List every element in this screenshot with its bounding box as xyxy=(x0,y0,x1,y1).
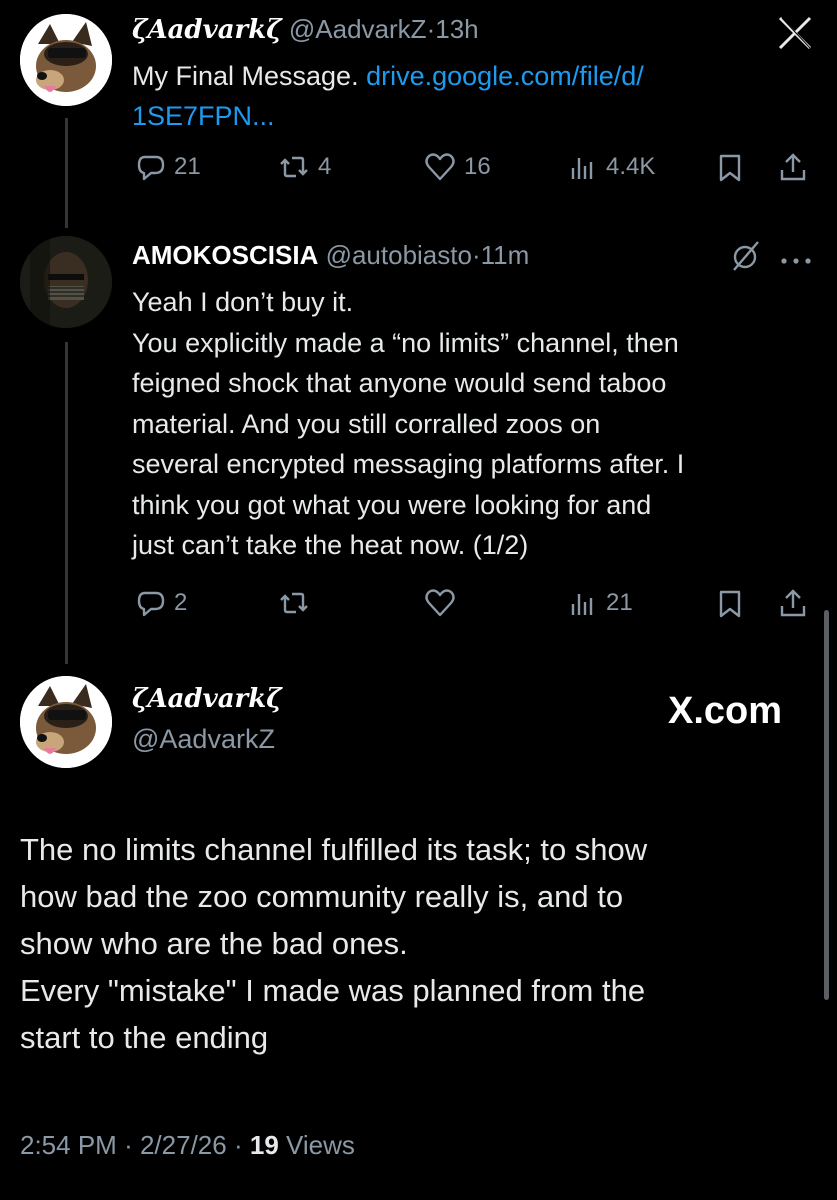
timestamp[interactable]: 11m xyxy=(481,240,530,270)
avatar[interactable] xyxy=(20,14,112,106)
tweet-text-line: several encrypted messaging platforms af… xyxy=(132,449,685,479)
close-button[interactable] xyxy=(776,14,814,52)
tweet1-text: My Final Message. drive.google.com/file/… xyxy=(132,56,644,136)
dog-avatar-image xyxy=(20,676,112,768)
bookmark-button[interactable] xyxy=(716,589,744,624)
tweet-text-line: feigned shock that anyone would send tab… xyxy=(132,368,667,398)
more-button[interactable] xyxy=(780,252,812,270)
tweet-text-line: just can’t take the heat now. (1/2) xyxy=(132,530,529,560)
display-name[interactable]: ζAadvarkζ xyxy=(132,15,282,45)
grok-icon xyxy=(733,241,759,271)
post-text-line: The no limits channel fulfilled its task… xyxy=(20,832,648,867)
repost-icon xyxy=(280,156,308,178)
profile-photo-image xyxy=(20,236,112,328)
bookmark-button[interactable] xyxy=(716,153,744,188)
like-icon xyxy=(425,153,455,181)
post-text-line: start to the ending xyxy=(20,1020,269,1055)
separator: · xyxy=(471,240,481,270)
share-icon xyxy=(780,589,806,617)
reply-icon xyxy=(137,591,165,617)
thread-line xyxy=(65,342,68,664)
reply-button[interactable]: 2 xyxy=(136,588,187,618)
handle[interactable]: @AadvarkZ xyxy=(132,724,275,755)
reply-count: 21 xyxy=(174,153,201,180)
avatar[interactable] xyxy=(20,676,112,768)
dog-avatar-image xyxy=(20,14,112,106)
display-name[interactable]: ζAadvarkζ xyxy=(132,684,282,714)
tweet2-text: Yeah I don’t buy it. You explicitly made… xyxy=(132,282,684,566)
avatar[interactable] xyxy=(20,236,112,328)
repost-button[interactable]: 4 xyxy=(278,152,331,182)
reply-count: 2 xyxy=(174,589,188,616)
bookmark-icon xyxy=(719,154,741,182)
views-count: 21 xyxy=(606,589,633,616)
bookmark-icon xyxy=(719,590,741,618)
tweet-text: My Final Message. xyxy=(132,61,359,91)
post-meta: 2:54 PM · 2/27/26 · 19 Views xyxy=(20,1130,355,1161)
more-icon xyxy=(781,258,811,264)
scrollbar[interactable] xyxy=(824,610,829,1000)
timestamp[interactable]: 13h xyxy=(435,14,478,44)
main-post-text: The no limits channel fulfilled its task… xyxy=(20,826,647,1061)
thread-line xyxy=(65,118,68,228)
share-icon xyxy=(780,153,806,181)
repost-button[interactable] xyxy=(278,588,310,618)
handle[interactable]: @AadvarkZ xyxy=(289,14,427,44)
reply-button[interactable]: 21 xyxy=(136,152,201,182)
close-x-icon xyxy=(778,16,812,50)
repost-icon xyxy=(280,592,308,614)
views-count: 4.4K xyxy=(606,153,656,180)
views-icon xyxy=(571,158,593,179)
post-time[interactable]: 2:54 PM xyxy=(20,1130,117,1160)
tweet-link[interactable]: drive.google.com/file/d/ xyxy=(366,61,644,91)
views-label: Views xyxy=(286,1130,355,1160)
handle[interactable]: @autobiasto xyxy=(326,240,472,270)
tweet-text-line: think you got what you were looking for … xyxy=(132,489,652,520)
tweet-text-line: Yeah I don’t buy it. xyxy=(132,287,354,317)
reply-icon xyxy=(137,155,165,181)
like-button[interactable] xyxy=(424,588,456,618)
separator: · xyxy=(233,1130,243,1160)
post-text-line: show who are the bad ones. xyxy=(20,926,408,961)
tweet-text-line: material. And you still corralled zoos o… xyxy=(132,408,601,439)
tweet-text-line: You explicitly made a “no limits” channe… xyxy=(132,327,679,358)
separator: · xyxy=(426,14,436,44)
repost-count: 4 xyxy=(318,153,332,180)
display-name[interactable]: AMOKOSCISIA xyxy=(132,240,318,270)
brand-watermark: X.com xyxy=(668,690,783,732)
like-button[interactable]: 16 xyxy=(424,152,491,182)
views-number: 19 xyxy=(249,1130,279,1160)
share-button[interactable] xyxy=(778,152,808,189)
tweet2-header: AMOKOSCISIA @autobiasto·11m xyxy=(132,240,529,271)
post-text-line: how bad the zoo community really is, and… xyxy=(20,879,624,914)
tweet-link-continued[interactable]: 1SE7FPN... xyxy=(132,101,275,131)
views-button[interactable]: 21 xyxy=(568,588,633,618)
post-text-line: Every "mistake" I made was planned from … xyxy=(20,973,646,1008)
views-button[interactable]: 4.4K xyxy=(568,152,655,182)
grok-button[interactable] xyxy=(728,238,764,279)
like-icon xyxy=(425,589,455,617)
share-button[interactable] xyxy=(778,588,808,625)
separator: · xyxy=(124,1130,133,1160)
tweet1-header: ζAadvarkζ @AadvarkZ·13h xyxy=(132,14,479,45)
post-date[interactable]: 2/27/26 xyxy=(140,1130,227,1160)
views-icon xyxy=(571,594,593,615)
like-count: 16 xyxy=(464,153,491,180)
